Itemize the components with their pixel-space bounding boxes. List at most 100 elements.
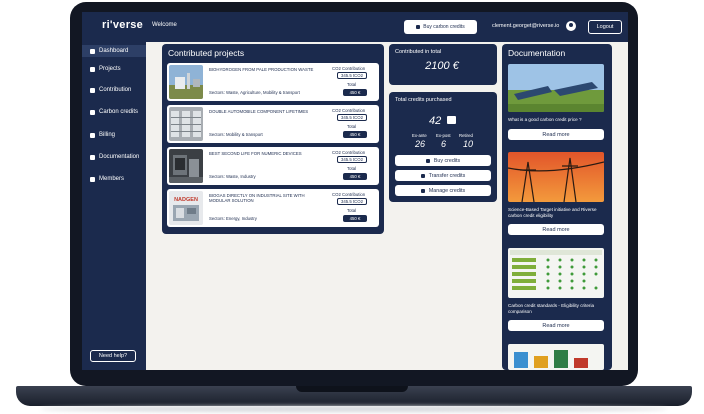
chart-icon	[90, 87, 95, 93]
contributed-total-panel: Contributed in total 2100 €	[389, 44, 497, 85]
documentation-panel: Documentation What is a good carbon cred…	[502, 44, 612, 370]
document-icon	[90, 66, 95, 72]
laptop-mockup: ri'verse Welcome Buy carbon credits clem…	[0, 0, 704, 414]
sidebar-item-carbon-credits[interactable]: Carbon credits	[90, 109, 138, 115]
doc-image-power-lines	[508, 152, 604, 202]
total-value: 450 €	[343, 89, 367, 96]
contributed-projects-title: Contributed projects	[168, 48, 245, 58]
sidebar-item-label: Members	[99, 176, 125, 182]
read-more-button[interactable]: Read more	[508, 320, 604, 331]
leaf-icon	[90, 109, 95, 115]
project-sectors: Sectors: Mobility & transport	[209, 132, 263, 137]
doc-image-infographic	[508, 344, 604, 370]
buy-credits-label: Buy credits	[433, 157, 461, 164]
need-help-button[interactable]: Need help?	[90, 350, 136, 362]
stat-value-retired: 10	[463, 139, 474, 149]
cart-icon	[425, 158, 430, 163]
co2-contribution-value: 345.5 tCO2	[337, 156, 367, 163]
project-image: NADGEN	[169, 191, 203, 225]
top-bar: ri'verse Welcome Buy carbon credits clem…	[82, 12, 628, 42]
user-avatar-icon[interactable]	[566, 21, 576, 31]
app-screen: ri'verse Welcome Buy carbon credits clem…	[82, 12, 628, 370]
project-name: BEST SECOND LIFE FOR NUMERIC DEVICES	[209, 151, 302, 156]
sidebar-item-label: Dashboard	[99, 48, 129, 54]
stat-value-ex-post: 6	[441, 139, 447, 149]
doc-title: Carbon credit standards - Eligibility cr…	[508, 303, 595, 314]
project-name: BIOHYDROGEN FROM PALE PRODUCTION WASTE	[209, 67, 314, 72]
co2-contribution-value: 345.5 tCO2	[337, 198, 367, 205]
sidebar: Dashboard Projects Contribution Carbon c…	[82, 42, 146, 370]
co2-contribution-label: CO2 Contribution	[332, 150, 366, 155]
laptop-base-lip	[296, 386, 408, 392]
project-name: DOUBLE AUTOMOBILE COMPONENT LIFETIMES	[209, 109, 309, 114]
sidebar-item-contribution[interactable]: Contribution	[90, 87, 131, 93]
sidebar-item-projects[interactable]: Projects	[90, 66, 121, 72]
buy-carbon-credits-label: Buy carbon credits	[423, 24, 465, 30]
project-sectors: Sectors: Waste, Industry	[209, 174, 256, 179]
read-more-button[interactable]: Read more	[508, 129, 604, 140]
credits-title: Total credits purchased	[395, 97, 452, 103]
total-value: 450 €	[343, 131, 367, 138]
sidebar-item-label: Projects	[99, 66, 121, 72]
stat-value-ex-ante: 26	[415, 139, 426, 149]
total-label: Total	[347, 208, 357, 213]
logout-button[interactable]: Logout	[588, 20, 622, 34]
total-value: 450 €	[343, 173, 367, 180]
project-image	[169, 65, 203, 99]
cart-icon	[416, 25, 421, 29]
co2-contribution-value: 345.5 tCO2	[337, 72, 367, 79]
sidebar-item-label: Billing	[99, 132, 116, 138]
read-more-button[interactable]: Read more	[508, 224, 604, 235]
manage-credits-label: Manage credits	[428, 187, 466, 194]
sidebar-item-label: Contribution	[99, 87, 132, 93]
receipt-icon	[90, 132, 95, 138]
sidebar-item-dashboard[interactable]: Dashboard	[82, 45, 146, 57]
manage-credits-button[interactable]: Manage credits	[395, 185, 491, 196]
project-card[interactable]: DOUBLE AUTOMOBILE COMPONENT LIFETIMES Se…	[167, 105, 379, 143]
book-icon	[90, 154, 95, 160]
sidebar-item-documentation[interactable]: Documentation	[90, 154, 139, 160]
welcome-text: Welcome	[152, 22, 177, 28]
buy-credits-button[interactable]: Buy credits	[395, 155, 491, 166]
project-card[interactable]: BEST SECOND LIFE FOR NUMERIC DEVICES Sec…	[167, 147, 379, 185]
sidebar-item-members[interactable]: Members	[90, 176, 124, 182]
buy-carbon-credits-button[interactable]: Buy carbon credits	[404, 20, 477, 34]
contributed-total-title: Contributed in total	[395, 49, 442, 55]
doc-image-comparison-table	[508, 248, 604, 298]
doc-title: What is a good carbon credit price ?	[508, 117, 582, 122]
credit-stack-icon	[447, 116, 456, 124]
project-name: BIOGAS DIRECTLY ON INDUSTRIAL SITE WITH …	[209, 193, 305, 203]
total-label: Total	[347, 124, 357, 129]
project-sectors: Sectors: Waste, Agriculture, Mobility & …	[209, 90, 300, 95]
project-thumb-text: NADGEN	[174, 197, 198, 203]
documentation-title: Documentation	[508, 48, 566, 58]
transfer-icon	[420, 173, 425, 178]
project-sectors: Sectors: Energy, Industry	[209, 216, 257, 221]
co2-contribution-label: CO2 Contribution	[332, 192, 366, 197]
laptop-shadow	[40, 406, 668, 412]
grid-icon	[90, 48, 95, 54]
project-card[interactable]: NADGEN BIOGAS DIRECTLY ON INDUSTRIAL SIT…	[167, 189, 379, 227]
stat-label-ex-ante: Ex-ante	[412, 133, 427, 138]
project-image	[169, 107, 203, 141]
project-image	[169, 149, 203, 183]
app-logo[interactable]: ri'verse	[102, 19, 143, 31]
stat-label-ex-post: Ex-post	[436, 133, 451, 138]
project-card[interactable]: BIOHYDROGEN FROM PALE PRODUCTION WASTE S…	[167, 63, 379, 101]
total-label: Total	[347, 166, 357, 171]
sidebar-item-label: Documentation	[99, 154, 140, 160]
co2-contribution-label: CO2 Contribution	[332, 66, 366, 71]
co2-contribution-label: CO2 Contribution	[332, 108, 366, 113]
total-label: Total	[347, 82, 357, 87]
transfer-credits-button[interactable]: Transfer credits	[395, 170, 491, 181]
total-value: 450 €	[343, 215, 367, 222]
transfer-credits-label: Transfer credits	[428, 172, 466, 179]
sidebar-item-label: Carbon credits	[99, 109, 139, 115]
co2-contribution-value: 345.5 tCO2	[337, 114, 367, 121]
settings-icon	[420, 188, 425, 193]
sidebar-item-billing[interactable]: Billing	[90, 132, 115, 138]
stat-label-retired: Retired	[459, 133, 473, 138]
credits-panel: Total credits purchased 42 Ex-ante Ex-po…	[389, 92, 497, 202]
contributed-total-value: 2100 €	[425, 60, 459, 72]
credits-total: 42	[429, 115, 442, 127]
